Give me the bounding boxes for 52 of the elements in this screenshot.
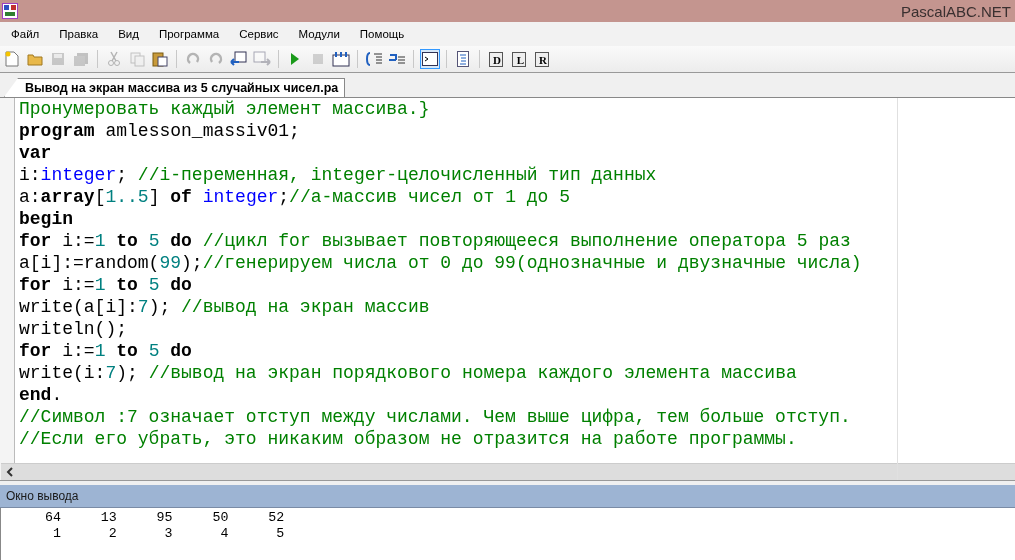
build-icon bbox=[332, 51, 350, 67]
code-line: var bbox=[19, 142, 53, 164]
code-line: for i:=1 to 5 do bbox=[19, 274, 193, 296]
menu-item[interactable]: Программа bbox=[151, 25, 227, 43]
step-into-icon bbox=[365, 51, 383, 67]
folder-icon bbox=[27, 52, 43, 66]
stop-icon bbox=[312, 53, 324, 65]
floppy-icon bbox=[51, 52, 65, 66]
horizontal-scrollbar[interactable] bbox=[1, 463, 1015, 480]
menu-item[interactable]: Помощь bbox=[352, 25, 412, 43]
code-line: //Символ :7 означает отступ между числами. Чем выше цифра, тем больше отступ. bbox=[19, 406, 852, 428]
menu-item[interactable]: Сервис bbox=[232, 25, 286, 43]
code-line: program amlesson_massiv01; bbox=[19, 120, 301, 142]
step-over-icon bbox=[388, 51, 406, 67]
app-logo-icon bbox=[2, 3, 18, 19]
menu-item[interactable]: Вид bbox=[111, 25, 146, 43]
console-window-icon bbox=[422, 52, 438, 66]
code-line: writeln(); bbox=[19, 318, 129, 340]
copy-icon bbox=[129, 51, 145, 67]
code-line: a[i]:=random(99);//генерируем числа от 0 до 99(однозначные и двузначные числа) bbox=[19, 252, 863, 274]
list-document-icon bbox=[457, 51, 469, 67]
toolbar-button[interactable] bbox=[331, 49, 351, 69]
code-line: a:array[1..5] of integer;//а-массив чисел от 1 до 5 bbox=[19, 186, 571, 208]
code-line: i:integer; //i-переменная, integer-целочисленный тип данных bbox=[19, 164, 658, 186]
menu-item[interactable]: Модули bbox=[291, 25, 347, 43]
new-file-icon bbox=[5, 51, 19, 67]
undo-icon bbox=[186, 52, 200, 66]
code-line: begin bbox=[19, 208, 74, 230]
menu-item[interactable]: Правка bbox=[52, 25, 106, 43]
code-line: Пронумеровать каждый элемент массива.} bbox=[19, 98, 431, 120]
output-line: 1 2 3 4 5 bbox=[51, 526, 286, 542]
scroll-left-icon[interactable] bbox=[5, 467, 15, 477]
forward-document-icon bbox=[253, 51, 271, 67]
panel-title: Окно вывода bbox=[6, 489, 79, 503]
back-document-icon bbox=[230, 51, 248, 67]
file-tab[interactable]: Вывод на экран массива из 5 случайных чисел.pa bbox=[4, 78, 346, 97]
window-title: PascalABC.NET bbox=[900, 2, 1011, 20]
code-line: //Если его убрать, это никаким образом не отразится на работе программы. bbox=[19, 428, 798, 450]
floppies-icon bbox=[73, 51, 89, 67]
menu-item[interactable]: Файл bbox=[4, 25, 47, 43]
code-line: write(a[i]:7); //вывод на экран массив bbox=[19, 296, 431, 318]
code-line: for i:=1 to 5 do bbox=[19, 340, 193, 362]
play-icon bbox=[290, 52, 300, 66]
code-line: end. bbox=[19, 384, 64, 406]
output-line: 64 13 95 50 52 bbox=[43, 510, 286, 526]
clipboard-icon bbox=[152, 51, 168, 67]
scissors-icon bbox=[108, 51, 120, 67]
toolbar-button[interactable] bbox=[364, 49, 384, 69]
code-line: write(i:7); //вывод на экран порядкового номера каждого элемента массива bbox=[19, 362, 798, 384]
code-line: for i:=1 to 5 do //цикл for вызывает повторяющееся выполнение оператора 5 раз bbox=[19, 230, 852, 252]
toolbar-button[interactable] bbox=[420, 49, 440, 69]
redo-icon bbox=[209, 52, 223, 66]
